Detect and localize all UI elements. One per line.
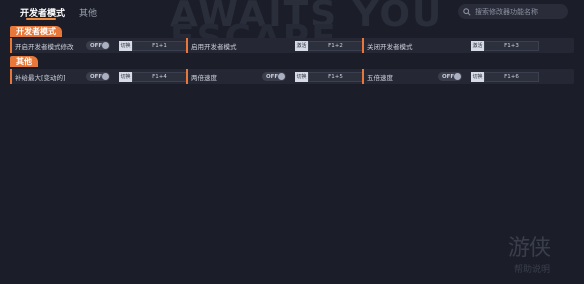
toggle-switch[interactable]: OFF <box>262 72 286 81</box>
toggle-knob <box>454 73 461 80</box>
cheat-label: 两倍速度 <box>191 73 217 82</box>
section-title-other: 其他 <box>10 56 38 67</box>
help-link[interactable]: 游侠 帮助说明 <box>508 236 570 276</box>
toggle-state: OFF <box>90 73 103 80</box>
cheat-label: 开启开发者模式修改 <box>15 42 74 51</box>
cheat-item: 启用开发者模式 激活 F1+2 <box>186 38 363 53</box>
toggle-knob <box>278 73 285 80</box>
toggle-switch[interactable]: OFF <box>86 72 110 81</box>
search-icon <box>463 7 471 16</box>
hotkey-mode: 切换 <box>119 41 132 51</box>
toggle-knob <box>102 73 109 80</box>
cheat-label: 补给最大[变动的] <box>15 73 66 82</box>
hotkey-box[interactable]: 切换 F1+4 <box>119 72 187 82</box>
hotkey-mode: 切换 <box>295 72 308 82</box>
hotkey-mode: 激活 <box>471 41 484 51</box>
hotkey-value[interactable]: F1+3 <box>484 41 539 51</box>
hotkey-box[interactable]: 切换 F1+6 <box>471 72 539 82</box>
hotkey-mode: 激活 <box>295 41 308 51</box>
help-label: 帮助说明 <box>514 265 551 275</box>
hotkey-box[interactable]: 切换 F1+5 <box>295 72 363 82</box>
site-logo: 游侠 <box>508 236 551 261</box>
cheat-row: 开启开发者模式修改 OFF 切换 F1+1 启用开发者模式 激活 F1+2 关闭… <box>10 38 574 53</box>
top-bar: 开发者模式 其他 搜索修改器功能名称 <box>0 0 584 22</box>
toggle-switch[interactable]: OFF <box>86 41 110 50</box>
toggle-switch[interactable]: OFF <box>438 72 462 81</box>
tab-other[interactable]: 其他 <box>79 6 97 19</box>
toggle-state: OFF <box>90 42 103 49</box>
cheat-item: 关闭开发者模式 激活 F1+3 <box>362 38 574 53</box>
active-tab-indicator <box>26 18 56 20</box>
hotkey-mode: 切换 <box>119 72 132 82</box>
hotkey-value[interactable]: F1+1 <box>132 41 187 51</box>
hotkey-value[interactable]: F1+2 <box>308 41 363 51</box>
hotkey-value[interactable]: F1+4 <box>132 72 187 82</box>
hotkey-box[interactable]: 激活 F1+3 <box>471 41 539 51</box>
hotkey-mode: 切换 <box>471 72 484 82</box>
search-placeholder: 搜索修改器功能名称 <box>475 7 538 16</box>
cheat-label: 启用开发者模式 <box>191 42 237 51</box>
hotkey-value[interactable]: F1+6 <box>484 72 539 82</box>
hotkey-box[interactable]: 激活 F1+2 <box>295 41 363 51</box>
toggle-state: OFF <box>442 73 455 80</box>
cheat-item: 两倍速度 OFF 切换 F1+5 <box>186 69 363 84</box>
cheat-label: 五倍速度 <box>367 73 393 82</box>
cheat-item: 开启开发者模式修改 OFF 切换 F1+1 <box>10 38 187 53</box>
toggle-state: OFF <box>266 73 279 80</box>
hotkey-value[interactable]: F1+5 <box>308 72 363 82</box>
cheat-item: 五倍速度 OFF 切换 F1+6 <box>362 69 574 84</box>
hotkey-box[interactable]: 切换 F1+1 <box>119 41 187 51</box>
cheat-item: 补给最大[变动的] OFF 切换 F1+4 <box>10 69 187 84</box>
cheat-label: 关闭开发者模式 <box>367 42 413 51</box>
toggle-knob <box>102 42 109 49</box>
cheat-row: 补给最大[变动的] OFF 切换 F1+4 两倍速度 OFF 切换 F1+5 五… <box>10 69 574 84</box>
section-title-developer-mode: 开发者模式 <box>10 26 62 37</box>
search-input[interactable]: 搜索修改器功能名称 <box>458 4 568 19</box>
